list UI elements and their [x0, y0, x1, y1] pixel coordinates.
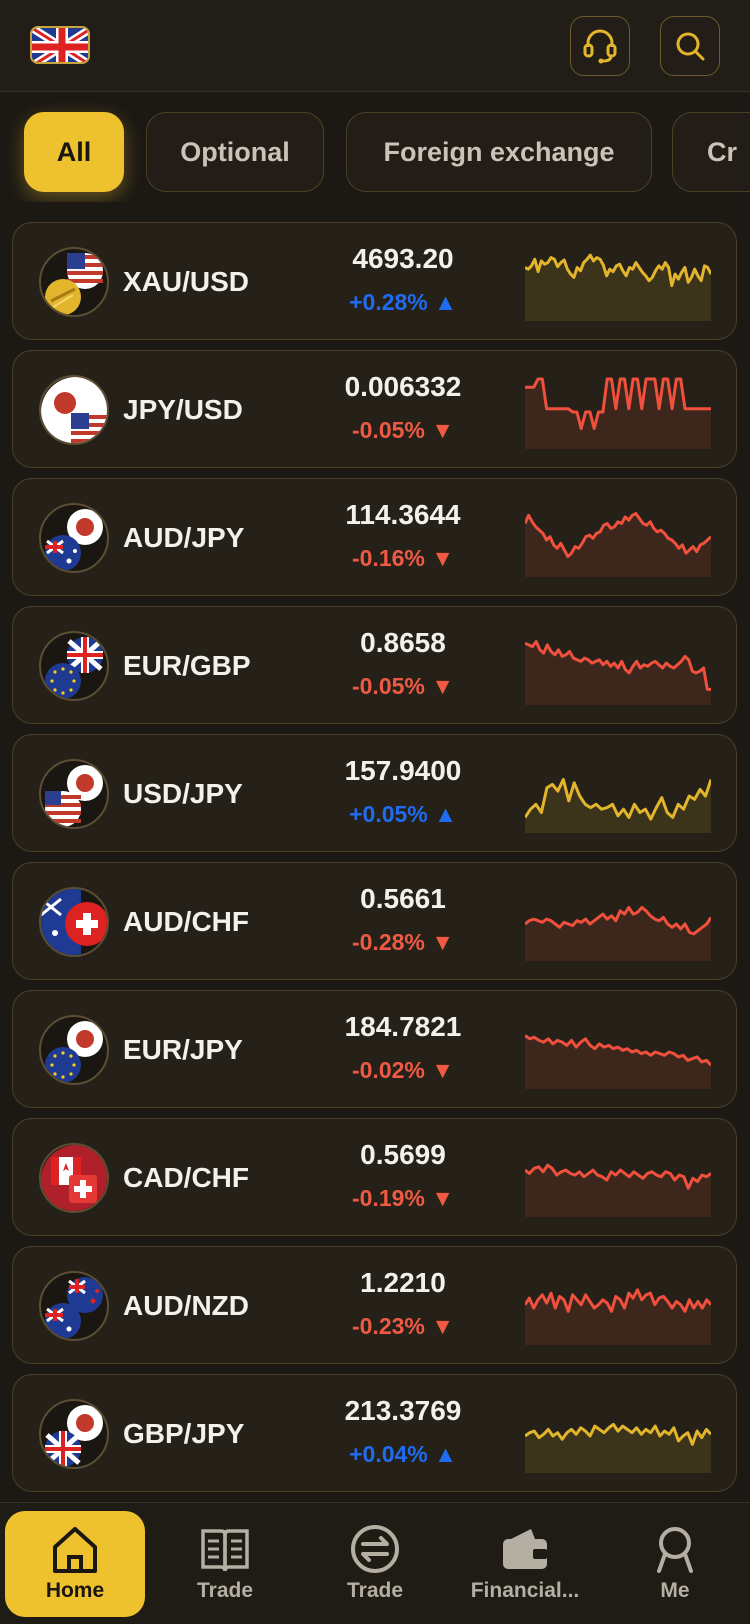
search-icon: [676, 32, 705, 61]
arrow-up-icon: ▲: [434, 289, 457, 315]
pair-name: EUR/GBP: [123, 650, 251, 681]
arrow-down-icon: ▼: [431, 673, 455, 699]
instrument-row-gbp-jpy[interactable]: GBP/JPY 213.3769 +0.04% ▲: [12, 1374, 737, 1492]
top-bar: [0, 0, 750, 92]
sparkline-chart: [525, 640, 711, 705]
sparkline-chart: [525, 1163, 711, 1217]
nav-trade-book[interactable]: Trade: [155, 1511, 295, 1617]
instrument-row-jpy-usd[interactable]: JPY/USD 0.006332 -0.05% ▼: [12, 350, 737, 468]
arrow-up-icon: ▲: [434, 1441, 457, 1467]
usd-jpy-icon: [39, 759, 109, 829]
change-percent: -0.28% ▼: [351, 929, 455, 955]
bottom-navigation: Home Trade Trade Financial... Me: [0, 1502, 750, 1624]
change-percent: -0.05% ▼: [351, 673, 455, 699]
price: 0.5699: [360, 1139, 446, 1170]
sparkline-chart: [525, 377, 711, 449]
price: 213.3769: [344, 1395, 462, 1426]
cad-chf-icon: [39, 1143, 109, 1213]
nav-me[interactable]: Me: [605, 1511, 745, 1617]
sparkline-area: [525, 641, 711, 705]
sparkline-chart: [525, 778, 711, 833]
sparkline-chart: [525, 1034, 711, 1089]
change-percent: -0.23% ▼: [351, 1313, 455, 1339]
price: 157.9400: [344, 755, 462, 786]
price: 0.006332: [344, 371, 462, 402]
pair-name: CAD/CHF: [123, 1162, 249, 1193]
eur-gbp-icon: [39, 631, 109, 701]
nav-trade-exchange[interactable]: Trade: [305, 1511, 445, 1617]
price: 0.8658: [360, 627, 446, 658]
change-percent: +0.05% ▲: [349, 801, 457, 827]
nav-financial[interactable]: Financial...: [455, 1511, 595, 1617]
instrument-row-aud-chf[interactable]: AUD/CHF 0.5661 -0.28% ▼: [12, 862, 737, 980]
book-icon: [201, 1529, 249, 1572]
aud-jpy-icon: [39, 503, 109, 573]
arrow-down-icon: ▼: [431, 417, 455, 443]
gold-usd-icon: [39, 247, 109, 317]
exchange-icon: [351, 1525, 399, 1573]
sparkline-chart: [525, 1288, 711, 1345]
aud-chf-icon: [39, 887, 109, 957]
change-percent: -0.05% ▼: [351, 417, 455, 443]
instrument-row-eur-gbp[interactable]: EUR/GBP 0.8658 -0.05% ▼: [12, 606, 737, 724]
uk-flag-icon[interactable]: [30, 26, 90, 64]
instrument-row-xau-usd[interactable]: XAU/USD 4693.20 +0.28% ▲: [12, 222, 737, 340]
search-button[interactable]: [660, 16, 720, 76]
jpy-usd-icon: [39, 375, 109, 445]
change-percent: +0.04% ▲: [349, 1441, 457, 1467]
change-percent: +0.28% ▲: [349, 289, 457, 315]
instrument-list: XAU/USD 4693.20 +0.28% ▲ JPY/USD 0.00633…: [0, 202, 750, 1502]
instrument-row-aud-jpy[interactable]: AUD/JPY 114.3644 -0.16% ▼: [12, 478, 737, 596]
sparkline-chart: [525, 253, 711, 321]
category-tabs: All Optional Foreign exchange Cr: [0, 92, 750, 202]
sparkline-area: [525, 779, 711, 833]
pair-name: JPY/USD: [123, 394, 243, 425]
arrow-down-icon: ▼: [431, 545, 455, 571]
arrow-down-icon: ▼: [431, 929, 455, 955]
change-percent: -0.19% ▼: [351, 1185, 455, 1211]
gbp-jpy-icon: [39, 1399, 109, 1469]
pair-name: AUD/NZD: [123, 1290, 249, 1321]
price: 4693.20: [352, 243, 454, 274]
home-icon: [53, 1527, 97, 1573]
instrument-row-cad-chf[interactable]: CAD/CHF 0.5699 -0.19% ▼: [12, 1118, 737, 1236]
instrument-row-aud-nzd[interactable]: AUD/NZD 1.2210 -0.23% ▼: [12, 1246, 737, 1364]
change-percent: -0.16% ▼: [351, 545, 455, 571]
pair-name: AUD/JPY: [123, 522, 245, 553]
eur-jpy-icon: [39, 1015, 109, 1085]
price: 0.5661: [360, 883, 446, 914]
sparkline-chart: [525, 906, 711, 961]
tab-crypto[interactable]: Cr: [672, 112, 750, 192]
pair-name: USD/JPY: [123, 778, 243, 809]
customer-support-button[interactable]: [570, 16, 630, 76]
arrow-down-icon: ▼: [431, 1057, 455, 1083]
change-percent: -0.02% ▼: [351, 1057, 455, 1083]
headset-icon: [583, 29, 617, 64]
arrow-up-icon: ▲: [434, 801, 457, 827]
instrument-row-eur-jpy[interactable]: EUR/JPY 184.7821 -0.02% ▼: [12, 990, 737, 1108]
instrument-row-usd-jpy[interactable]: USD/JPY 157.9400 +0.05% ▲: [12, 734, 737, 852]
pair-name: EUR/JPY: [123, 1034, 243, 1065]
tab-all[interactable]: All: [24, 112, 124, 192]
pair-name: XAU/USD: [123, 266, 250, 297]
nav-home[interactable]: Home: [5, 1511, 145, 1617]
arrow-down-icon: ▼: [431, 1185, 455, 1211]
wallet-icon: [503, 1529, 547, 1569]
sparkline-chart: [525, 512, 711, 577]
tab-foreign-exchange[interactable]: Foreign exchange: [346, 112, 652, 192]
arrow-down-icon: ▼: [431, 1313, 455, 1339]
sparkline-chart: [525, 1422, 711, 1473]
pair-name: GBP/JPY: [123, 1418, 245, 1449]
tab-optional[interactable]: Optional: [146, 112, 324, 192]
user-icon: [657, 1527, 693, 1573]
price: 184.7821: [344, 1011, 462, 1042]
aud-nzd-icon: [39, 1271, 109, 1341]
pair-name: AUD/CHF: [123, 906, 249, 937]
price: 114.3644: [345, 499, 461, 530]
price: 1.2210: [360, 1267, 446, 1298]
